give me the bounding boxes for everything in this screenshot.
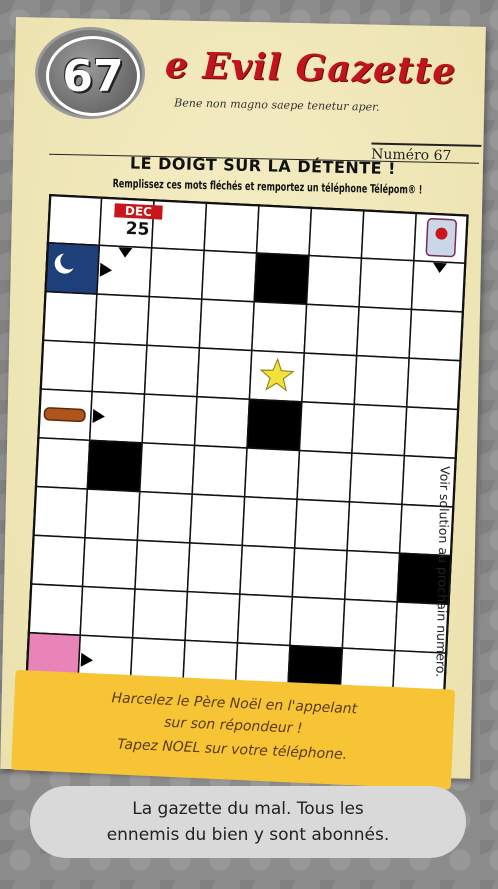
grid-cell[interactable] [405, 357, 463, 411]
grid-cell[interactable] [41, 290, 98, 344]
grid-cell[interactable] [138, 442, 196, 495]
grid-cell[interactable] [84, 488, 141, 542]
grid-cell[interactable] [243, 447, 301, 501]
grid-cell[interactable] [79, 585, 136, 639]
grid-cell[interactable] [355, 306, 413, 359]
grid-cell[interactable] [351, 403, 408, 457]
grid-cell[interactable] [81, 536, 139, 590]
caption-line-1: La gazette du mal. Tous les [132, 799, 364, 819]
grid-cell[interactable] [26, 583, 84, 637]
calendar-day: 25 [125, 218, 150, 240]
grid-cell[interactable] [293, 498, 351, 552]
grid-cell[interactable] [241, 495, 298, 549]
grid-cell[interactable] [301, 352, 358, 406]
grid-cell[interactable] [289, 595, 346, 649]
grid-cell[interactable] [308, 206, 365, 259]
grid-cell[interactable] [203, 200, 260, 254]
crossword-grid[interactable]: DEC 25 [25, 194, 469, 702]
grid-cell[interactable] [193, 395, 251, 449]
log-cake-icon [43, 407, 86, 423]
grid-cell[interactable] [255, 203, 313, 257]
grid-cell[interactable] [189, 493, 246, 547]
grid-cell[interactable] [186, 542, 244, 596]
grid-cell[interactable] [141, 393, 198, 447]
grid-cell[interactable] [136, 490, 194, 544]
solution-note: Voir solution au prochain numéro. [433, 465, 453, 678]
promo-box: Harcelez le Père Noël en l'appelant sur … [11, 669, 456, 790]
issue-badge: 67 [38, 30, 142, 116]
grid-cell[interactable] [296, 449, 353, 503]
grid-cell[interactable] [239, 544, 296, 598]
grid-cell[interactable] [358, 257, 415, 311]
moon-clue-cell [43, 241, 101, 295]
grid-cell[interactable] [198, 298, 255, 352]
grid-black-cell [253, 252, 310, 306]
crossword-svg[interactable] [25, 194, 469, 702]
grid-cell[interactable] [200, 249, 258, 303]
grid-cell[interactable] [148, 247, 205, 300]
grid-cell[interactable] [343, 549, 401, 603]
grid-cell[interactable] [196, 347, 253, 401]
grid-cell[interactable] [29, 534, 86, 588]
grid-cell[interactable] [34, 436, 91, 490]
grid-cell[interactable] [353, 354, 410, 408]
grid-cell[interactable] [303, 303, 360, 357]
grid-black-cell [86, 439, 143, 493]
puzzle-instructions: Remplissez ces mots fléchés et remportez… [112, 176, 423, 197]
calendar-icon: DEC 25 [113, 203, 163, 241]
grid-cell[interactable] [91, 342, 148, 395]
grid-cell[interactable] [346, 501, 403, 554]
issue-badge-number: 67 [46, 36, 140, 116]
grid-cell[interactable] [38, 339, 96, 393]
grid-cell[interactable] [298, 401, 356, 454]
grid-cell[interactable] [134, 539, 191, 593]
grid-cell[interactable] [360, 208, 418, 262]
grid-cell[interactable] [403, 406, 460, 460]
grid-cell[interactable] [146, 295, 203, 349]
grid-cell[interactable] [341, 598, 398, 652]
grid-cell[interactable] [191, 444, 248, 498]
caption-line-2: ennemis du bien y sont abonnés. [106, 825, 390, 845]
gazette-page: e Evil Gazette Bene non magno saepe tene… [0, 17, 486, 790]
grid-cell[interactable] [408, 308, 465, 362]
grid-cell[interactable] [348, 452, 406, 506]
grid-cell[interactable] [251, 300, 308, 354]
grid-cell[interactable] [305, 254, 363, 308]
grid-cell[interactable] [131, 588, 189, 642]
caption-bubble: La gazette du mal. Tous les ennemis du b… [30, 786, 466, 858]
grid-cell[interactable] [93, 293, 151, 347]
grid-cell[interactable] [291, 547, 348, 601]
grid-cell[interactable] [143, 344, 201, 398]
grid-cell[interactable] [46, 194, 103, 247]
grid-cell[interactable] [184, 590, 241, 644]
grid-cell[interactable] [236, 593, 294, 647]
grid-cell[interactable] [31, 485, 89, 539]
